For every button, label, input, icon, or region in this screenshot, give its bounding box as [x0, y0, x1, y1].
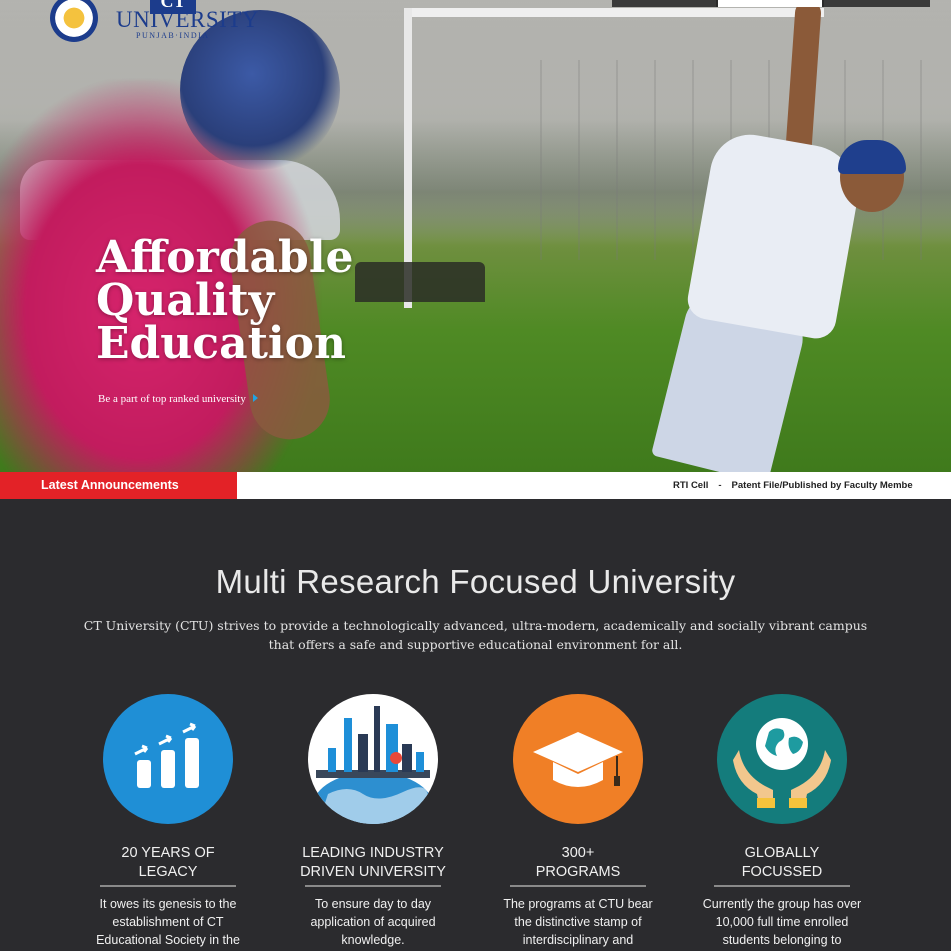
feature-title: GLOBALLY FOCUSSED: [682, 844, 882, 882]
feature-title-line: DRIVEN UNIVERSITY: [300, 864, 446, 880]
hero-cta-text: Be a part of top ranked university: [98, 393, 246, 405]
feature-text-line: the distinctive stamp of: [514, 915, 642, 929]
feature-title-line: LEADING INDUSTRY: [302, 845, 444, 861]
ticker-separator: -: [718, 480, 722, 491]
feature-text-line: knowledge.: [341, 933, 405, 947]
top-nav-item-active[interactable]: [718, 0, 822, 7]
section-description: CT University (CTU) strives to provide a…: [83, 618, 868, 652]
section-title: Multi Research Focused University: [215, 563, 736, 600]
caret-right-icon: [252, 394, 258, 402]
feature-divider: [510, 885, 646, 887]
feature-text: To ensure day to day application of acqu…: [273, 895, 473, 949]
feature-divider: [714, 885, 850, 887]
feature-text-line: students belonging to: [722, 933, 842, 947]
goal-crossbar: [404, 8, 824, 17]
feature-title: LEADING INDUSTRY DRIVEN UNIVERSITY: [273, 844, 473, 882]
feature-text-line: It owes its genesis to the: [99, 897, 237, 911]
hero-cta-link[interactable]: Be a part of top ranked university: [98, 393, 258, 405]
university-logo[interactable]: CT UNIVERSITY PUNJAB·INDIA: [44, 0, 259, 46]
feature-text: The programs at CTU bear the distinctive…: [478, 895, 678, 949]
announcement-ticker: Latest Announcements RTI Cell - Patent Fil…: [0, 472, 951, 499]
hero-title-line: Affordable: [96, 232, 354, 283]
feature-title-line: 20 YEARS OF: [121, 845, 215, 861]
feature-text-line: The programs at CTU bear: [503, 897, 653, 911]
feature-title: 20 YEARS OF LEGACY: [68, 844, 268, 882]
feature-title-line: PROGRAMS: [535, 864, 621, 880]
feature-title-line: FOCUSSED: [741, 864, 823, 880]
goal-base: [355, 262, 485, 302]
ticker-label: Latest Announcements: [0, 472, 237, 499]
graduation-cap-icon: [513, 694, 643, 824]
hero-title-line: Quality: [96, 275, 275, 326]
feature-divider: [305, 885, 441, 887]
ticker-item-rti-cell[interactable]: RTI Cell: [673, 480, 708, 491]
globe-hands-icon: [717, 694, 847, 824]
hero-title: Affordable Quality Education: [96, 232, 354, 369]
feature-text-line: To ensure day to day: [314, 897, 432, 911]
feature-text-line: 10,000 full time enrolled: [715, 915, 849, 929]
ticker-items: RTI Cell - Patent File/Published by Facult…: [673, 472, 951, 499]
logo-name: UNIVERSITY: [116, 7, 259, 32]
feature-text-line: application of acquired: [310, 915, 436, 929]
ticker-item-patent[interactable]: Patent File/Published by Faculty Membe: [732, 480, 913, 491]
industry-icon: [308, 694, 438, 824]
feature-text: Currently the group has over 10,000 full…: [682, 895, 882, 949]
growth-chart-icon: [103, 694, 233, 824]
feature-title-line: 300+: [561, 845, 595, 861]
top-nav-strip: [612, 0, 930, 7]
hero-title-line: Education: [96, 318, 346, 369]
logo-location: PUNJAB·INDIA: [136, 31, 210, 40]
feature-divider: [100, 885, 236, 887]
feature-text-line: establishment of CT: [112, 915, 224, 929]
hero-banner: CT UNIVERSITY PUNJAB·INDIA Affordable Qu…: [0, 0, 951, 472]
university-emblem-icon: [50, 0, 98, 42]
feature-title-line: GLOBALLY: [744, 845, 820, 861]
top-nav-item[interactable]: [824, 0, 930, 7]
feature-title-line: LEGACY: [138, 864, 198, 880]
feature-text: It owes its genesis to the establishment…: [68, 895, 268, 949]
about-section: Multi Research Focused University CT Uni…: [0, 499, 951, 951]
feature-title: 300+ PROGRAMS: [478, 844, 678, 882]
feature-text-line: Currently the group has over: [702, 897, 862, 911]
feature-text-line: Educational Society in the: [96, 933, 240, 947]
feature-text-line: interdisciplinary and: [522, 933, 634, 947]
top-nav-item[interactable]: [612, 0, 716, 7]
